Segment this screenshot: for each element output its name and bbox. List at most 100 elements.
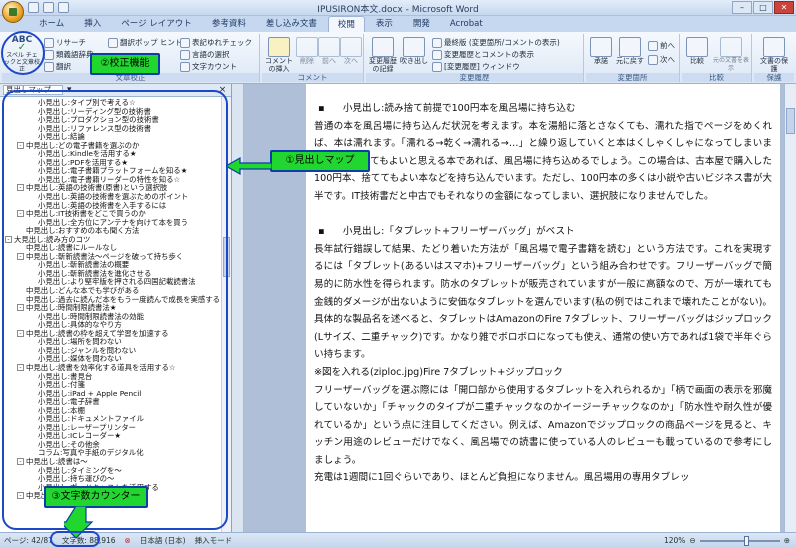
document-page[interactable]: ▪ 小見出し:読み捨て前提で100円本を風呂場に持ち込む 普通の本を風呂場に持ち… xyxy=(306,84,780,532)
translate-icon xyxy=(44,61,54,72)
protect-button[interactable]: 文書の保護 xyxy=(758,37,790,73)
delete-comment-button[interactable]: 削除 xyxy=(296,37,318,65)
callout-wordcount: ③文字数カウンター xyxy=(44,486,148,508)
translate-button[interactable]: 翻訳 xyxy=(44,61,71,72)
balloons-button[interactable]: 吹き出し xyxy=(400,37,428,65)
group-protect: 文書の保護 保護 xyxy=(754,34,794,82)
language-label: 言語の選択 xyxy=(192,50,230,59)
paragraph: 普通の本を風呂場に持ち込んだ状況を考えます。本を湯船に落とさなくても、濡れた指で… xyxy=(314,120,772,202)
new-comment-icon xyxy=(268,37,290,57)
title-bar: IPUSIRON本文.docx - Microsoft Word – □ ✕ xyxy=(0,0,796,16)
research-label: リサーチ xyxy=(56,38,86,47)
close-button[interactable]: ✕ xyxy=(774,1,794,14)
track-changes-icon xyxy=(372,37,394,57)
tab-0[interactable]: ホーム xyxy=(30,16,73,32)
language-button[interactable]: 言語の選択 xyxy=(180,49,230,60)
zoom-level[interactable]: 120% xyxy=(664,536,685,545)
tab-6[interactable]: 表示 xyxy=(367,16,402,32)
track-changes-button[interactable]: 変更履歴の記録 xyxy=(368,37,398,73)
tab-5[interactable]: 校閲 xyxy=(327,16,365,32)
heading-text: 小見出し:「タブレット+フリーザーバッグ」がベスト xyxy=(342,226,575,238)
research-button[interactable]: リサーチ xyxy=(44,37,86,48)
accept-label: 承諾 xyxy=(594,57,608,65)
translate-tip-button[interactable]: 翻訳ポップ ヒント xyxy=(108,37,182,48)
show-source-button[interactable]: 元の文書を表示 xyxy=(712,37,750,73)
tab-4[interactable]: 差し込み文書 xyxy=(257,16,326,32)
compare-label: 比較 xyxy=(690,57,704,65)
document-scrollbar[interactable] xyxy=(784,84,796,532)
accept-button[interactable]: 承諾 xyxy=(588,37,614,65)
protect-icon xyxy=(763,37,785,57)
annotation-outline xyxy=(2,90,228,530)
language-icon xyxy=(180,49,190,60)
show-markup-button[interactable]: 変更履歴とコメントの表示 xyxy=(432,49,534,60)
next-change-icon xyxy=(648,54,658,65)
next-comment-button[interactable]: 次へ xyxy=(340,37,362,65)
group-compare: 比較 元の文書を表示 比較 xyxy=(682,34,752,82)
new-comment-button[interactable]: コメントの挿入 xyxy=(264,37,294,73)
language-indicator[interactable]: 日本語 (日本) xyxy=(140,535,186,546)
prev-change-icon xyxy=(648,40,658,51)
prev-comment-button[interactable]: 前へ xyxy=(318,37,340,65)
ribbon-tabs: ホーム 挿入 ページ レイアウト 参考資料 差し込み文書 校閲 表示 開発 Acrobat xyxy=(0,16,796,32)
display-for-review-dropdown[interactable]: 最終版 (変更箇所/コメントの表示) xyxy=(432,37,560,48)
translate-label: 翻訳 xyxy=(56,62,71,71)
reject-icon xyxy=(619,37,641,57)
ime-check-button[interactable]: 表記ゆれチェック xyxy=(180,37,252,48)
tab-2[interactable]: ページ レイアウト xyxy=(112,16,201,32)
delete-comment-icon xyxy=(296,37,318,57)
callout-arrow xyxy=(226,156,272,176)
next-change-button[interactable]: 次へ xyxy=(648,54,675,65)
group-label: 変更履歴 xyxy=(366,73,583,82)
tab-3[interactable]: 参考資料 xyxy=(203,16,255,32)
display-review-icon xyxy=(432,37,442,48)
paragraph: 長年試行錯誤して結果、たどり着いた方法が「風呂場で電子書籍を読む」という方法です… xyxy=(314,243,772,361)
thesaurus-button[interactable]: 類義語辞典 xyxy=(44,49,94,60)
group-changes: 承諾 元に戻す 前へ 次へ 変更箇所 xyxy=(586,34,680,82)
wordcount-label: 文字カウント xyxy=(192,62,237,71)
zoom-slider-handle[interactable] xyxy=(743,535,749,546)
scrollbar-thumb[interactable] xyxy=(786,108,795,134)
balloons-label: 吹き出し xyxy=(400,57,428,65)
prev-change-label: 前へ xyxy=(660,41,675,50)
ime-check-label: 表記ゆれチェック xyxy=(192,38,252,47)
group-label: コメント xyxy=(262,73,363,82)
window-title: IPUSIRON本文.docx - Microsoft Word xyxy=(317,5,479,15)
prev-change-button[interactable]: 前へ xyxy=(648,40,675,51)
zoom-out-icon[interactable]: ⊖ xyxy=(689,536,695,545)
ime-check-icon xyxy=(180,37,190,48)
annotation-outline xyxy=(50,531,100,547)
wordcount-button[interactable]: 文字カウント xyxy=(180,61,237,72)
next-comment-icon xyxy=(340,37,362,57)
track-changes-label: 変更履歴の記録 xyxy=(369,57,397,73)
tab-7[interactable]: 開発 xyxy=(404,16,439,32)
proofing-status-icon[interactable]: ⊗ xyxy=(125,536,131,545)
compare-button[interactable]: 比較 xyxy=(684,37,710,65)
paragraph: フリーザーバッグを選ぶ際には「開口部から使用するタブレットを入れられるか」「柄で… xyxy=(314,384,772,466)
group-comments: コメントの挿入 削除 前へ 次へ コメント xyxy=(262,34,364,82)
maximize-button[interactable]: □ xyxy=(753,1,773,14)
paragraph: ※図を入れる(ziploc.jpg)Fire 7タブレット+ジップロック xyxy=(314,366,563,378)
callout-proofing: ②校正機能 xyxy=(90,53,160,75)
translate-tip-icon xyxy=(108,37,118,48)
group-label: 変更箇所 xyxy=(586,73,679,82)
reviewing-pane-button[interactable]: [変更履歴] ウィンドウ xyxy=(432,61,520,72)
tab-8[interactable]: Acrobat xyxy=(441,16,492,32)
reject-button[interactable]: 元に戻す xyxy=(616,37,644,65)
prev-comment-label: 前へ xyxy=(322,57,336,65)
wordcount-icon xyxy=(180,61,190,72)
window-controls: – □ ✕ xyxy=(732,1,794,14)
vertical-ruler xyxy=(232,84,244,532)
insert-mode-indicator[interactable]: 挿入モード xyxy=(195,535,233,546)
office-button[interactable] xyxy=(2,1,24,23)
section-heading: ▪ 小見出し:読み捨て前提で100円本を風呂場に持ち込む xyxy=(318,103,576,114)
next-comment-label: 次へ xyxy=(344,57,358,65)
zoom-in-icon[interactable]: ⊕ xyxy=(784,536,790,545)
minimize-button[interactable]: – xyxy=(732,1,752,14)
show-markup-icon xyxy=(432,49,442,60)
zoom-slider[interactable] xyxy=(699,535,780,546)
show-source-icon xyxy=(720,37,742,57)
tab-1[interactable]: 挿入 xyxy=(75,16,110,32)
translate-tip-label: 翻訳ポップ ヒント xyxy=(120,38,183,47)
page-indicator[interactable]: ページ: 42/87 xyxy=(4,535,53,546)
